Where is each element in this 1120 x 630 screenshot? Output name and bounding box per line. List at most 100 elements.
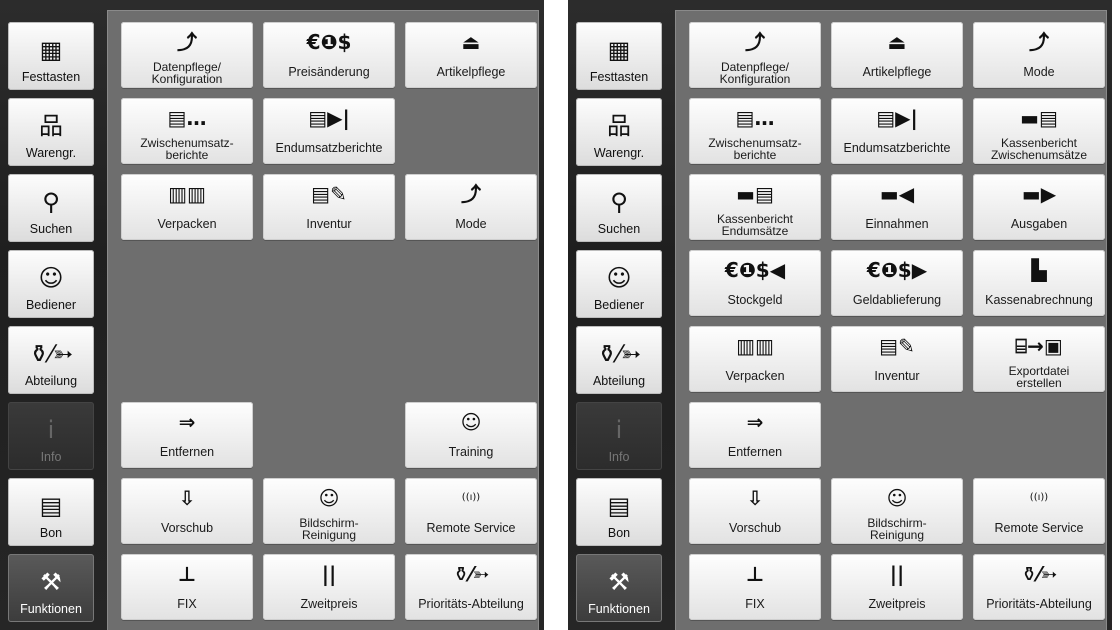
- mode-button[interactable]: ⤴ Mode: [973, 22, 1105, 88]
- fix-button[interactable]: ⊥ FIX: [121, 554, 253, 620]
- sidebar-item-funktionen[interactable]: ⚒ Funktionen: [576, 554, 662, 622]
- priority-dept-icon: ⚱⁄➳: [1020, 562, 1058, 586]
- grid-icon: ▦: [39, 36, 63, 64]
- tile-label: Zweitpreis: [300, 597, 358, 611]
- screen-clean-icon: ☺: [318, 486, 340, 510]
- tile-label: Endumsatzberichte: [275, 141, 383, 155]
- tile-label: Artikelpflege: [862, 65, 932, 79]
- remote-service-button[interactable]: ((ı)) Remote Service: [973, 478, 1105, 544]
- sidebar-item-info: i Info: [8, 402, 94, 470]
- datenpflege-konfiguration-button[interactable]: ⤴ Datenpflege/ Konfiguration: [121, 22, 253, 88]
- inventur-button[interactable]: ▤✎ Inventur: [263, 174, 395, 240]
- vorschub-button[interactable]: ⇩ Vorschub: [689, 478, 821, 544]
- prioritäts-abteilung-button[interactable]: ⚱⁄➳ Prioritäts-Abteilung: [405, 554, 537, 620]
- report-interim-icon: ▤…: [167, 106, 207, 130]
- remove-icon: ⇒: [746, 410, 764, 434]
- packaging-icon: ▥▥: [736, 334, 774, 358]
- preisänderung-button[interactable]: €❶$ Preisänderung: [263, 22, 395, 88]
- sidebar-item-suchen[interactable]: ⚲ Suchen: [576, 174, 662, 242]
- wrench-icon: ⚒: [608, 568, 630, 596]
- coins-icon: €❶$: [306, 30, 352, 54]
- department-icon: ⚱⁄➳: [596, 340, 642, 368]
- zweitpreis-button[interactable]: || Zweitpreis: [831, 554, 963, 620]
- sidebar-item-label: Funktionen: [588, 602, 650, 616]
- datenpflege-konfiguration-button[interactable]: ⤴ Datenpflege/ Konfiguration: [689, 22, 821, 88]
- inventur-button[interactable]: ▤✎ Inventur: [831, 326, 963, 392]
- fix-button[interactable]: ⊥ FIX: [689, 554, 821, 620]
- training-icon: ☺: [460, 410, 482, 434]
- bildschirm-reinigung-button[interactable]: ☺ Bildschirm- Reinigung: [263, 478, 395, 544]
- receipt-icon: ▤: [39, 492, 63, 520]
- remote-service-button[interactable]: ((ı)) Remote Service: [405, 478, 537, 544]
- exportdatei-erstellen-button[interactable]: ⌸→▣ Exportdatei erstellen: [973, 326, 1105, 392]
- prioritäts-abteilung-button[interactable]: ⚱⁄➳ Prioritäts-Abteilung: [973, 554, 1105, 620]
- sidebar-item-festtasten[interactable]: ▦ Festtasten: [576, 22, 662, 90]
- left-sidebar: ▦ Festtasten 品 Warengr. ⚲ Suchen ☺ Bediener ⚱⁄➳ A…: [0, 0, 104, 630]
- stockgeld-button[interactable]: €❶$◀ Stockgeld: [689, 250, 821, 316]
- zwischenumsatz-berichte-button[interactable]: ▤… Zwischenumsatz- berichte: [121, 98, 253, 164]
- tile-label: Geldablieferung: [852, 293, 942, 307]
- kassenbericht-zwischenumsätze-button[interactable]: ▬▤ Kassenbericht Zwischenumsätze: [973, 98, 1105, 164]
- geldablieferung-button[interactable]: €❶$▶ Geldablieferung: [831, 250, 963, 316]
- einnahmen-button[interactable]: ▬◀ Einnahmen: [831, 174, 963, 240]
- screen-clean-icon: ☺: [886, 486, 908, 510]
- sidebar-item-suchen[interactable]: ⚲ Suchen: [8, 174, 94, 242]
- training-button[interactable]: ☺ Training: [405, 402, 537, 468]
- sidebar-item-warengr[interactable]: 品 Warengr.: [8, 98, 94, 166]
- feed-icon: ⇩: [746, 486, 764, 510]
- entfernen-button[interactable]: ⇒ Entfernen: [689, 402, 821, 468]
- tile-label: Ausgaben: [1010, 217, 1068, 231]
- mode-icon: ⤴: [461, 182, 481, 206]
- sidebar-item-bediener[interactable]: ☺ Bediener: [576, 250, 662, 318]
- right-sidebar: ▦ Festtasten 品 Warengr. ⚲ Suchen ☺ Bediener ⚱⁄➳ A…: [568, 0, 672, 630]
- sidebar-item-bediener[interactable]: ☺ Bediener: [8, 250, 94, 318]
- artikelpflege-button[interactable]: ⏏ Artikelpflege: [405, 22, 537, 88]
- bildschirm-reinigung-button[interactable]: ☺ Bildschirm- Reinigung: [831, 478, 963, 544]
- tile-label: Zwischenumsatz- berichte: [140, 135, 234, 162]
- tile-label: Remote Service: [426, 521, 516, 535]
- artikelpflege-button[interactable]: ⏏ Artikelpflege: [831, 22, 963, 88]
- magnifier-icon: ⚲: [610, 188, 628, 216]
- tile-label: Datenpflege/ Konfiguration: [719, 59, 791, 86]
- zweitpreis-button[interactable]: || Zweitpreis: [263, 554, 395, 620]
- kassenbericht-endumsätze-button[interactable]: ▬▤ Kassenbericht Endumsätze: [689, 174, 821, 240]
- pin-icon: ⊥: [745, 562, 765, 586]
- tile-label: Kassenabrechnung: [985, 293, 1093, 307]
- export-icon: ⌸→▣: [1015, 334, 1063, 358]
- tile-label: Remote Service: [994, 521, 1084, 535]
- sidebar-item-bon[interactable]: ▤ Bon: [576, 478, 662, 546]
- cash-report-final-icon: ▬▤: [736, 182, 774, 206]
- kassenabrechnung-button[interactable]: ▙ Kassenabrechnung: [973, 250, 1105, 316]
- tile-label: FIX: [745, 597, 765, 611]
- info-icon: i: [615, 416, 623, 444]
- ausgaben-button[interactable]: ▬▶ Ausgaben: [973, 174, 1105, 240]
- float-icon: €❶$◀: [724, 258, 786, 282]
- sidebar-item-abteilung[interactable]: ⚱⁄➳ Abteilung: [8, 326, 94, 394]
- verpacken-button[interactable]: ▥▥ Verpacken: [689, 326, 821, 392]
- sidebar-item-bon[interactable]: ▤ Bon: [8, 478, 94, 546]
- tile-label: Kassenbericht Endumsätze: [716, 211, 794, 238]
- entfernen-button[interactable]: ⇒ Entfernen: [121, 402, 253, 468]
- tile-label: Artikelpflege: [436, 65, 506, 79]
- sidebar-item-festtasten[interactable]: ▦ Festtasten: [8, 22, 94, 90]
- grid-icon: ▦: [607, 36, 631, 64]
- packaging-icon: ▥▥: [168, 182, 206, 206]
- tile-label: Training: [448, 445, 494, 459]
- sidebar-item-label: Abteilung: [24, 374, 78, 388]
- tile-label: Vorschub: [160, 521, 214, 535]
- sidebar-item-label: Bon: [39, 526, 63, 540]
- report-final-icon: ▤▶|: [308, 106, 350, 130]
- verpacken-button[interactable]: ▥▥ Verpacken: [121, 174, 253, 240]
- endumsatzberichte-button[interactable]: ▤▶| Endumsatzberichte: [263, 98, 395, 164]
- zwischenumsatz-berichte-button[interactable]: ▤… Zwischenumsatz- berichte: [689, 98, 821, 164]
- sidebar-item-funktionen[interactable]: ⚒ Funktionen: [8, 554, 94, 622]
- mode-button[interactable]: ⤴ Mode: [405, 174, 537, 240]
- sidebar-item-abteilung[interactable]: ⚱⁄➳ Abteilung: [576, 326, 662, 394]
- tile-label: Mode: [1023, 65, 1055, 79]
- vorschub-button[interactable]: ⇩ Vorschub: [121, 478, 253, 544]
- endumsatzberichte-button[interactable]: ▤▶| Endumsatzberichte: [831, 98, 963, 164]
- sidebar-item-warengr[interactable]: 品 Warengr.: [576, 98, 662, 166]
- department-icon: ⚱⁄➳: [28, 340, 74, 368]
- pin-icon: ⊥: [177, 562, 197, 586]
- tile-label: Inventur: [306, 217, 352, 231]
